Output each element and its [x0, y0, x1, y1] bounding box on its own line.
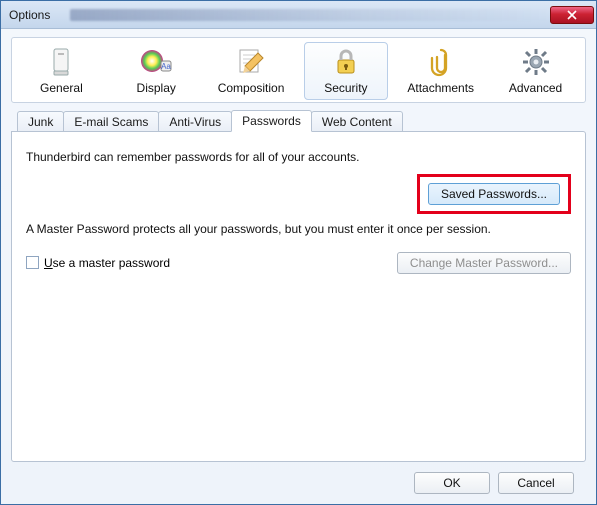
tab-email-scams[interactable]: E-mail Scams [63, 111, 159, 132]
display-icon: Aa [115, 45, 197, 79]
category-advanced[interactable]: Advanced [494, 42, 578, 100]
tab-passwords[interactable]: Passwords [231, 110, 312, 132]
dialog-footer: OK Cancel [11, 462, 586, 494]
security-tabstrip: Junk E-mail Scams Anti-Virus Passwords W… [11, 109, 586, 131]
tab-junk[interactable]: Junk [17, 111, 64, 132]
category-composition-label: Composition [210, 81, 292, 95]
category-display-label: Display [115, 81, 197, 95]
category-composition[interactable]: Composition [209, 42, 293, 100]
svg-text:Aa: Aa [161, 62, 171, 71]
passwords-panel: Thunderbird can remember passwords for a… [11, 131, 586, 462]
category-general[interactable]: General [19, 42, 103, 100]
category-security-label: Security [305, 81, 387, 95]
category-attachments[interactable]: Attachments [399, 42, 483, 100]
category-security[interactable]: Security [304, 42, 388, 100]
change-master-password-button[interactable]: Change Master Password... [397, 252, 571, 274]
advanced-gear-icon [495, 45, 577, 79]
client-area: General Aa Display Composition Security [1, 29, 596, 504]
checkbox-box [26, 256, 39, 269]
options-window: Options General Aa Display [0, 0, 597, 505]
titlebar: Options [1, 1, 596, 29]
security-lock-icon [305, 45, 387, 79]
use-master-accel: U [44, 256, 53, 270]
saved-passwords-button[interactable]: Saved Passwords... [428, 183, 560, 205]
close-icon [567, 10, 577, 20]
titlebar-blur [70, 9, 550, 21]
tab-web-content[interactable]: Web Content [311, 111, 403, 132]
window-title: Options [9, 8, 50, 22]
remember-passwords-text: Thunderbird can remember passwords for a… [26, 150, 571, 164]
ok-button[interactable]: OK [414, 472, 490, 494]
category-general-label: General [20, 81, 102, 95]
cancel-button[interactable]: Cancel [498, 472, 574, 494]
use-master-password-checkbox[interactable]: Use a master password [26, 256, 170, 270]
category-advanced-label: Advanced [495, 81, 577, 95]
general-icon [20, 45, 102, 79]
category-display[interactable]: Aa Display [114, 42, 198, 100]
category-attachments-label: Attachments [400, 81, 482, 95]
close-button[interactable] [550, 6, 594, 24]
tab-anti-virus[interactable]: Anti-Virus [158, 111, 232, 132]
composition-icon [210, 45, 292, 79]
attachments-clip-icon [400, 45, 482, 79]
master-password-desc: A Master Password protects all your pass… [26, 222, 571, 236]
category-toolbar: General Aa Display Composition Security [11, 37, 586, 103]
use-master-rest: se a master password [53, 256, 170, 270]
saved-passwords-highlight: Saved Passwords... [417, 174, 571, 214]
